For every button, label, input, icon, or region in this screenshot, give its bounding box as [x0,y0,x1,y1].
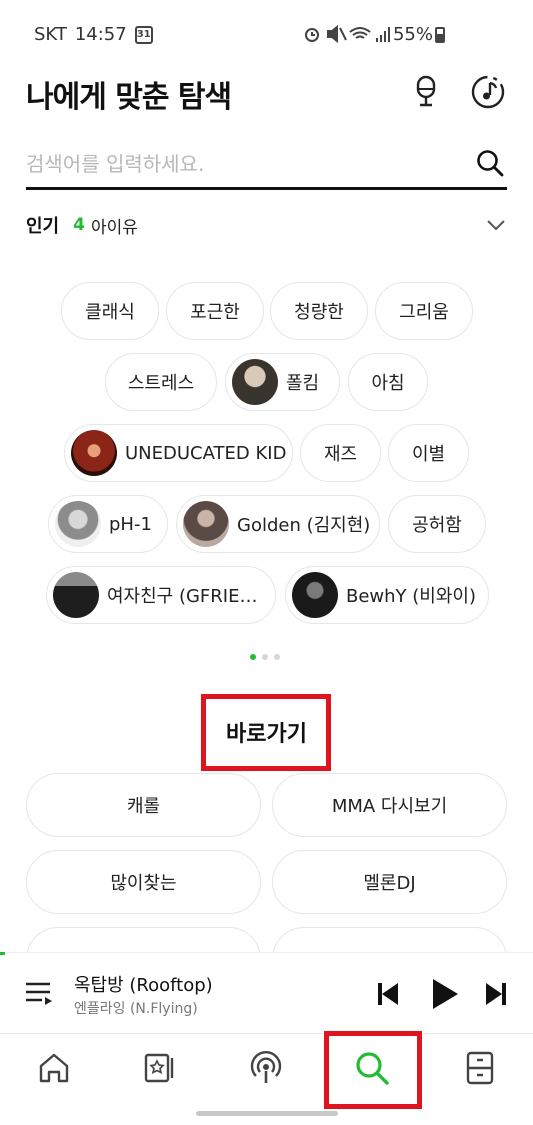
artist-chip[interactable]: UNEDUCATED KID [64,424,293,482]
artist-avatar [71,430,117,476]
shortcut-label: 많이찾는 [110,873,177,894]
artist-avatar [183,501,229,547]
chip-label: 클래식 [85,302,135,323]
mute-icon [327,24,347,44]
shortcut-button[interactable]: 캐롤 [26,773,261,837]
podcast-icon [250,1051,282,1083]
page-dot [262,654,268,660]
chip-label: 공허함 [412,515,462,536]
artist-avatar [232,359,278,405]
highlight-box [201,694,331,771]
artist-avatar [55,501,101,547]
shortcut-button[interactable]: 멜론DJ [272,850,507,914]
previous-track-icon[interactable] [376,981,400,1007]
chip-label: 이별 [411,444,446,465]
artist-chip[interactable]: 폴킴 [225,353,340,411]
shortcut-label: MMA 다시보기 [331,796,448,817]
nav-music-card[interactable] [140,1046,180,1090]
play-icon[interactable] [430,977,460,1011]
keyword-chip[interactable]: 그리움 [375,282,473,340]
music-recognition-icon[interactable] [470,74,506,110]
shortcut-button[interactable]: 많이찾는 [26,850,261,914]
artist-chip[interactable]: BewhY (비와이) [285,566,489,624]
calendar-icon: 31 [134,25,153,44]
artist-chip[interactable]: 여자친구 (GFRIE… [46,566,276,624]
playlist-icon[interactable] [24,979,54,1007]
shortcut-label: 캐롤 [126,796,161,817]
mini-player[interactable]: 옥탑방 (Rooftop) 엔플라잉 (N.Flying) [0,952,533,1034]
status-left: SKT 14:57 31 [34,24,153,45]
artist-avatar [53,572,99,618]
page-dot-active [250,654,256,660]
highlight-box [324,1031,422,1109]
chip-label: 아침 [371,373,405,394]
keyword-chip[interactable]: 청량한 [270,282,368,340]
popular-term: 아이유 [90,217,138,238]
chip-label: 폴킴 [286,373,320,394]
song-artist: 엔플라잉 (N.Flying) [74,1001,198,1017]
chip-label: 스트레스 [127,373,195,394]
chip-label: BewhY (비와이) [346,586,476,607]
keyword-chip[interactable]: 스트레스 [105,353,217,411]
signal-icon [376,27,390,42]
next-track-icon[interactable] [484,981,508,1007]
keyword-chip[interactable]: 아침 [348,353,428,411]
home-icon [39,1053,69,1083]
nav-home[interactable] [34,1046,74,1090]
page-dot [274,654,280,660]
wifi-icon [349,27,371,39]
carrier-label: SKT [34,24,67,45]
chip-label: UNEDUCATED KID [125,442,287,464]
home-indicator[interactable] [196,1111,338,1116]
chevron-down-icon[interactable] [485,214,507,236]
popular-label: 인기 [26,216,60,237]
artist-chip[interactable]: pH-1 [48,495,168,553]
song-title: 옥탑방 (Rooftop) [74,975,213,996]
shortcut-button[interactable]: MMA 다시보기 [272,773,507,837]
nav-library[interactable] [460,1046,500,1090]
clock: 14:57 [74,24,127,45]
popular-search-ticker[interactable]: 인기 4 아이유 [26,210,507,240]
library-icon [466,1051,494,1085]
artist-chip[interactable]: Golden (김지현) [176,495,380,553]
status-bar: SKT 14:57 31 55% [0,0,533,68]
battery-icon [435,27,445,43]
shortcut-label: 멜론DJ [363,873,416,894]
chip-label: 여자친구 (GFRIE… [107,586,258,607]
chip-label: pH-1 [109,513,152,535]
search-bar [26,140,507,190]
nav-podcast[interactable] [246,1046,286,1090]
search-input[interactable] [26,144,456,184]
search-icon[interactable] [475,148,505,178]
keyword-chip[interactable]: 클래식 [61,282,159,340]
page-title: 나에게 맞춘 탐색 [26,80,232,115]
artist-avatar [292,572,338,618]
playback-progress [0,952,6,955]
music-card-icon [144,1053,174,1083]
chip-label: 그리움 [399,302,449,323]
popular-rank: 4 [73,215,85,235]
alarm-icon [305,28,319,42]
chip-label: 포근한 [190,302,240,323]
keyword-chip[interactable]: 이별 [388,424,469,482]
keyword-chip[interactable]: 재즈 [300,424,381,482]
chip-label: 청량한 [294,302,344,323]
microphone-icon[interactable] [408,74,444,110]
battery-percentage: 55% [392,24,433,45]
page-indicator [250,654,280,660]
chip-label: Golden (김지현) [237,515,371,536]
chip-label: 재즈 [323,444,358,465]
keyword-chip[interactable]: 포근한 [166,282,264,340]
keyword-chip[interactable]: 공허함 [388,495,486,553]
